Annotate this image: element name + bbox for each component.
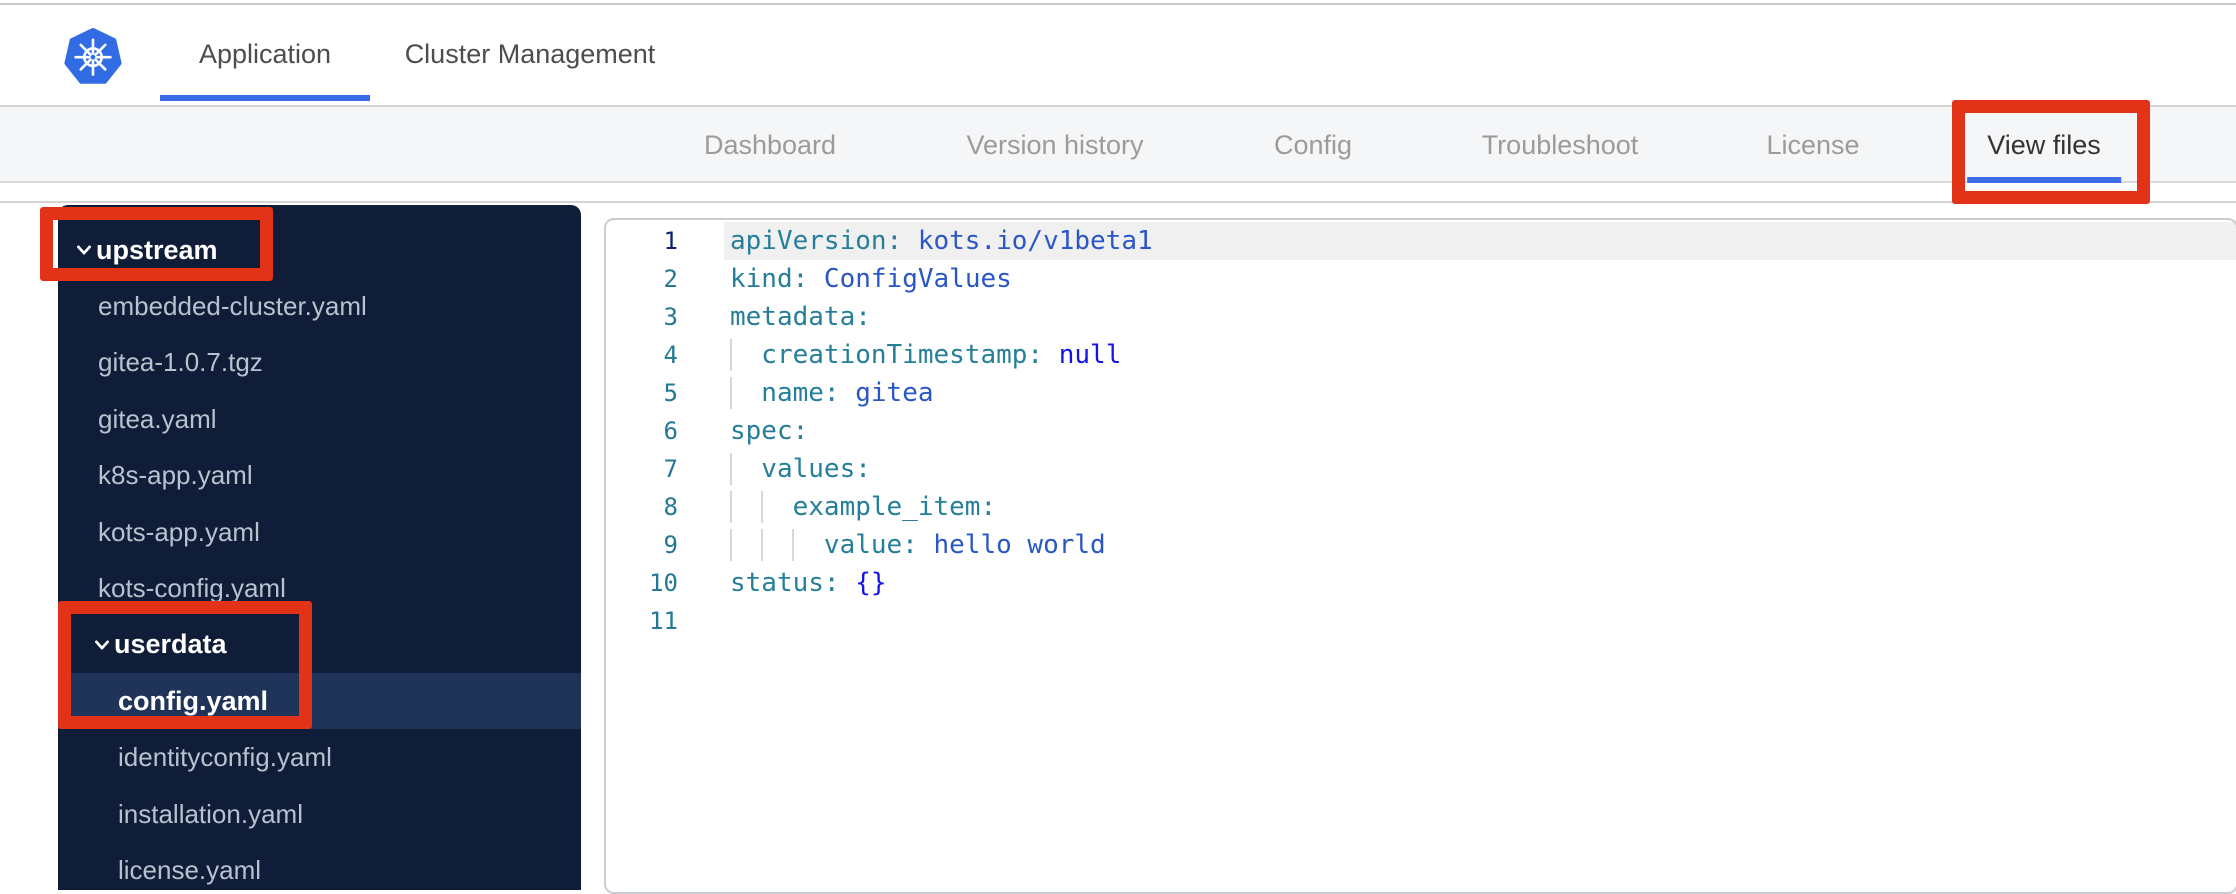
line-number: 5 <box>663 379 678 407</box>
code-token-val: hello world <box>917 530 1106 560</box>
subnav: Dashboard Version history Config Troublesho… <box>0 105 2236 183</box>
sidebar-item-identityconfig-yaml[interactable]: identityconfig.yaml <box>58 730 581 786</box>
line-number: 7 <box>663 455 678 483</box>
subnav-tab-config[interactable]: Config <box>1274 107 1352 183</box>
sidebar-item-label: config.yaml <box>118 685 269 716</box>
code-text: metadata: <box>730 298 871 336</box>
sidebar-item-label: installation.yaml <box>118 798 303 829</box>
line-number: 11 <box>649 607 678 635</box>
sidebar-item-k8s-app-yaml[interactable]: k8s-app.yaml <box>58 448 581 504</box>
code-token-kw: {} <box>855 568 887 598</box>
sidebar-item-config-yaml[interactable]: config.yaml <box>58 673 581 730</box>
file-tree-sidebar: upstream embedded-cluster.yaml gitea-1.0.7… <box>58 205 581 890</box>
sidebar-item-label: kots-app.yaml <box>98 516 260 547</box>
code-token-key: status: <box>730 568 840 598</box>
line-number: 3 <box>663 303 678 331</box>
code-text: spec: <box>730 412 808 450</box>
topbar-tab-application[interactable]: Application <box>160 5 370 103</box>
topbar-tab-cluster-management[interactable]: Cluster Management <box>380 5 680 103</box>
code-line[interactable]: 2 kind: ConfigValues <box>606 260 2236 298</box>
line-number: 1 <box>663 227 678 255</box>
code-line[interactable]: 3 metadata: <box>606 298 2236 336</box>
sidebar-item-kots-app-yaml[interactable]: kots-app.yaml <box>58 504 581 560</box>
code-lines: 1 apiVersion: kots.io/v1beta1 2 kind: Confi… <box>606 222 2236 640</box>
code-text: name: gitea <box>730 374 934 412</box>
subnav-bottom-border <box>0 201 2236 203</box>
chevron-down-icon <box>95 640 109 650</box>
subnav-tab-dashboard[interactable]: Dashboard <box>704 107 836 183</box>
chevron-down-icon <box>77 245 91 255</box>
subnav-tab-troubleshoot[interactable]: Troubleshoot <box>1482 107 1639 183</box>
code-line[interactable]: 1 apiVersion: kots.io/v1beta1 <box>606 222 2236 260</box>
sidebar-item-upstream[interactable]: upstream <box>58 222 581 278</box>
sidebar-item-installation-yaml[interactable]: installation.yaml <box>58 786 581 842</box>
code-token-key: creationTimestamp: <box>730 340 1044 370</box>
code-token-val: gitea <box>839 378 934 408</box>
line-number: 9 <box>663 531 678 559</box>
line-number: 2 <box>663 265 678 293</box>
sidebar-item-label: gitea-1.0.7.tgz <box>98 347 263 378</box>
sidebar-item-label: upstream <box>96 234 218 265</box>
code-line[interactable]: 6 spec: <box>606 412 2236 450</box>
code-line[interactable]: 8 example_item: <box>606 488 2236 526</box>
sidebar-item-license-yaml[interactable]: license.yaml <box>58 842 581 890</box>
sidebar-item-embedded-cluster-yaml[interactable]: embedded-cluster.yaml <box>58 278 581 334</box>
line-number: 4 <box>663 341 678 369</box>
kubernetes-logo-icon <box>64 27 122 84</box>
code-line[interactable]: 7 values: <box>606 450 2236 488</box>
code-token-key: values: <box>730 454 871 484</box>
code-text: value: hello world <box>730 526 1106 564</box>
code-text: example_item: <box>730 488 997 526</box>
sidebar-item-label: userdata <box>114 629 227 660</box>
sidebar-item-label: kots-config.yaml <box>98 572 286 603</box>
code-text: kind: ConfigValues <box>730 260 1012 298</box>
code-text: values: <box>730 450 871 488</box>
code-token-val: kots.io/v1beta1 <box>902 226 1153 256</box>
line-number: 10 <box>649 569 678 597</box>
code-token-key: apiVersion: <box>730 226 903 256</box>
subnav-tab-version-history[interactable]: Version history <box>966 107 1143 183</box>
code-token-key: example_item: <box>730 492 997 522</box>
code-text: creationTimestamp: null <box>730 336 1121 374</box>
sidebar-item-kots-config-yaml[interactable]: kots-config.yaml <box>58 560 581 616</box>
sidebar-item-label: gitea.yaml <box>98 403 217 434</box>
subnav-tab-license[interactable]: License <box>1766 107 1859 183</box>
code-line[interactable]: 10 status: {} <box>606 564 2236 602</box>
code-token-key: name: <box>730 378 840 408</box>
code-text: apiVersion: kots.io/v1beta1 <box>730 222 1153 260</box>
code-token-key: kind: <box>730 264 809 294</box>
sidebar-item-gitea-yaml[interactable]: gitea.yaml <box>58 391 581 447</box>
code-token-key: value: <box>730 530 918 560</box>
code-line[interactable]: 11 <box>606 602 2236 640</box>
sidebar-item-label: embedded-cluster.yaml <box>98 290 367 321</box>
code-token-key: spec: <box>730 416 809 446</box>
line-number: 8 <box>663 493 678 521</box>
code-line[interactable]: 9 value: hello world <box>606 526 2236 564</box>
sidebar-item-label: k8s-app.yaml <box>98 460 253 491</box>
sidebar-item-userdata[interactable]: userdata <box>58 617 581 673</box>
sidebar-item-label: identityconfig.yaml <box>118 742 332 773</box>
code-token-val: ConfigValues <box>808 264 1012 294</box>
code-line[interactable]: 4 creationTimestamp: null <box>606 336 2236 374</box>
code-token-key: metadata: <box>730 302 871 332</box>
subnav-tab-view-files[interactable]: View files <box>1967 107 2121 183</box>
code-token-kw: null <box>1043 340 1122 370</box>
sidebar-item-gitea-1-0-7-tgz[interactable]: gitea-1.0.7.tgz <box>58 335 581 391</box>
sidebar-item-label: license.yaml <box>118 854 262 885</box>
file-editor[interactable]: 1 apiVersion: kots.io/v1beta1 2 kind: Confi… <box>604 218 2236 894</box>
code-text: status: {} <box>730 564 887 602</box>
code-line[interactable]: 5 name: gitea <box>606 374 2236 412</box>
line-number: 6 <box>663 417 678 445</box>
topbar: Application Cluster Management <box>0 5 2236 105</box>
